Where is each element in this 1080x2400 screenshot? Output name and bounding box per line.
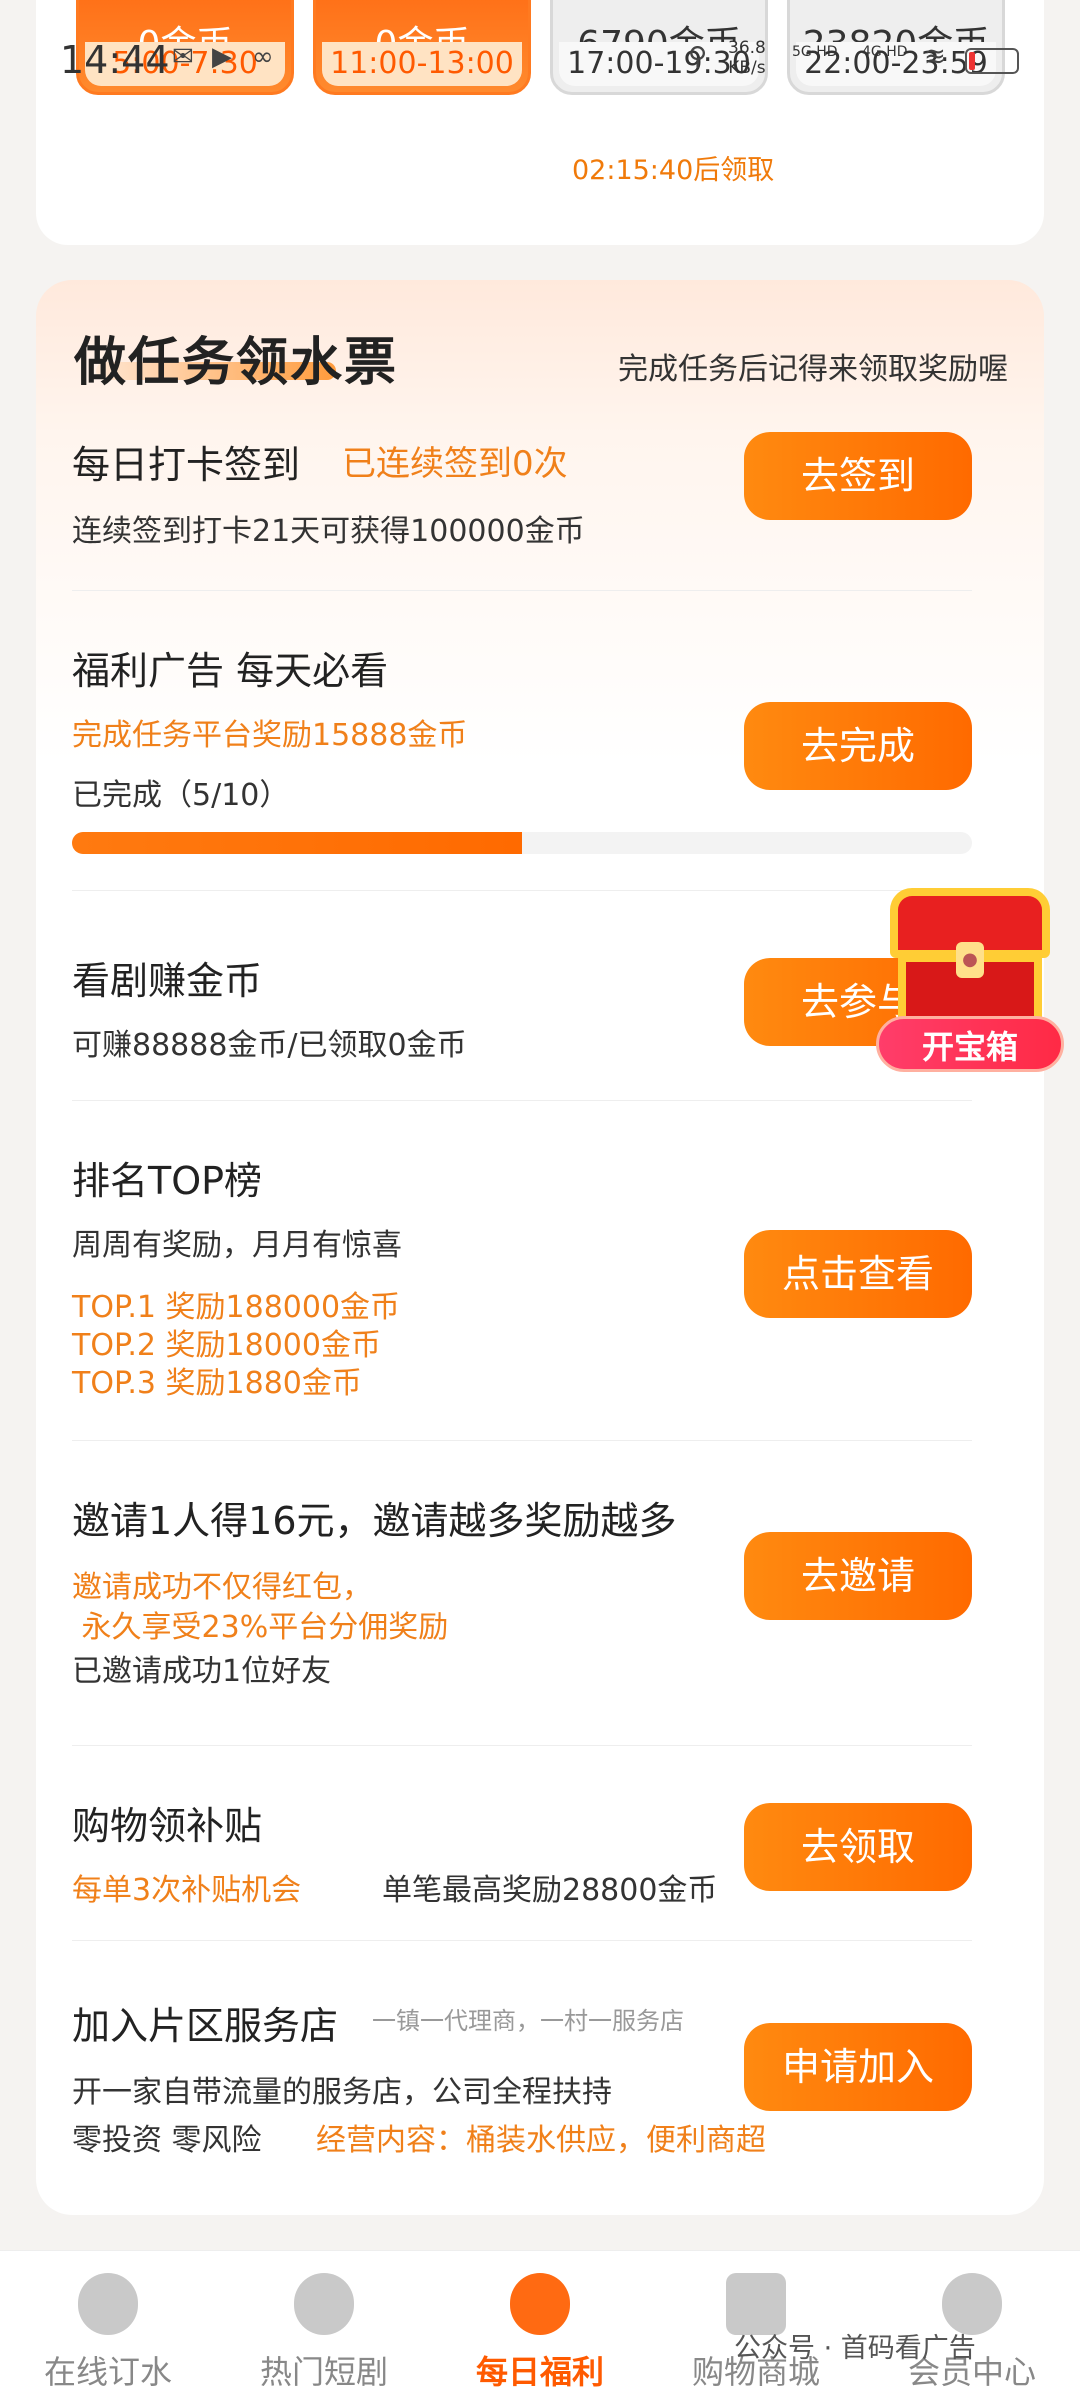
net-speed-value: 36.8 xyxy=(728,38,766,58)
invite-count: 已邀请成功1位好友 xyxy=(72,1654,332,1689)
app-icon: ∞ xyxy=(252,42,274,72)
task-name: 购物领补贴 xyxy=(72,1804,263,1848)
panel-subtitle: 完成任务后记得来领取奖励喔 xyxy=(618,352,1008,387)
status-bar: 14:44 ✉ ▶ ∞ ⚲ 36.8 KB/s 5G HD 4G HD ≋ xyxy=(0,0,1080,110)
task-shopping: 购物领补贴 每单3次补贴机会 单笔最高奖励28800金币 去领取 xyxy=(72,1795,972,1915)
task-desc: 可赚88888金币/已领取0金币 xyxy=(72,1028,467,1063)
invite-line-1: 邀请成功不仅得红包， xyxy=(72,1570,372,1605)
treasure-label: 开宝箱 xyxy=(876,1016,1064,1072)
ad-progress-bar xyxy=(72,832,972,854)
treasure-chest-button[interactable]: ● 开宝箱 xyxy=(872,880,1068,1080)
nav-label: 每日福利 xyxy=(475,2353,604,2391)
ad-progress-text: 已完成（5/10） xyxy=(72,778,290,813)
invite-line-2: 永久享受23%平台分佣奖励 xyxy=(72,1610,449,1645)
store-tagline: 一镇一代理商，一村一服务店 xyxy=(372,2007,684,2035)
gift-bag-icon xyxy=(510,2273,570,2335)
nav-order-water[interactable]: 在线订水 xyxy=(0,2251,216,2400)
store-line-2a: 零投资 零风险 xyxy=(72,2123,262,2158)
task-name: 福利广告 每天必看 xyxy=(72,649,389,693)
signal-2: 4G HD xyxy=(862,44,908,60)
rank-top3: TOP.3 奖励1880金币 xyxy=(72,1366,362,1401)
ad-complete-button[interactable]: 去完成 xyxy=(744,702,972,790)
nav-short-drama[interactable]: 热门短剧 xyxy=(216,2251,432,2400)
divider xyxy=(72,1100,972,1101)
checkin-button[interactable]: 去签到 xyxy=(744,432,972,520)
store-apply-button[interactable]: 申请加入 xyxy=(744,2023,972,2111)
task-drama: 看剧赚金币 可赚88888金币/已领取0金币 去参与 xyxy=(72,950,972,1090)
film-reel-icon xyxy=(294,2273,354,2335)
panel-title: 做任务领水票 xyxy=(74,333,399,393)
divider xyxy=(72,1440,972,1441)
nav-daily-welfare[interactable]: 每日福利 xyxy=(432,2251,648,2400)
bottom-nav: 在线订水 热门短剧 每日福利 购物商城 会员中心 xyxy=(0,2250,1080,2400)
wechat-icon: ✉ xyxy=(172,42,194,72)
divider xyxy=(72,1940,972,1941)
lock-icon: ● xyxy=(956,942,984,978)
ad-progress-fill xyxy=(72,832,522,854)
video-app-icon: ▶ xyxy=(212,42,232,72)
battery-icon xyxy=(965,48,1019,74)
wifi-icon: ≋ xyxy=(924,42,946,72)
task-desc: 周周有奖励，月月有惊喜 xyxy=(72,1228,402,1263)
shopping-max-reward: 单笔最高奖励28800金币 xyxy=(382,1873,718,1908)
task-name: 排名TOP榜 xyxy=(72,1159,263,1203)
checkin-status: 已连续签到0次 xyxy=(342,444,568,484)
status-time: 14:44 xyxy=(60,38,170,82)
claim-countdown: 02:15:40后领取 xyxy=(572,155,775,186)
nav-label: 在线订水 xyxy=(43,2353,172,2391)
ranking-view-button[interactable]: 点击查看 xyxy=(744,1230,972,1318)
shopping-chances: 每单3次补贴机会 xyxy=(72,1873,302,1908)
task-ranking: 排名TOP榜 周周有奖励，月月有惊喜 TOP.1 奖励188000金币 TOP.… xyxy=(72,1150,972,1410)
net-speed-unit: KB/s xyxy=(728,58,766,78)
ad-reward: 完成任务平台奖励15888金币 xyxy=(72,718,468,753)
location-icon: ⚲ xyxy=(688,42,708,72)
net-speed: 36.8 KB/s xyxy=(728,38,766,78)
task-store: 加入片区服务店 一镇一代理商，一村一服务店 开一家自带流量的服务店，公司全程扶持… xyxy=(72,1995,972,2175)
task-invite: 邀请1人得16元，邀请越多奖励越多 邀请成功不仅得红包， 永久享受23%平台分佣… xyxy=(72,1490,972,1710)
task-name: 每日打卡签到 xyxy=(72,443,301,487)
water-drop-icon xyxy=(78,2273,138,2335)
task-name: 邀请1人得16元，邀请越多奖励越多 xyxy=(72,1499,677,1543)
task-name: 加入片区服务店 xyxy=(72,2004,339,2048)
watermark: 公众号 · 首码看广告 xyxy=(734,2333,976,2364)
invite-button[interactable]: 去邀请 xyxy=(744,1532,972,1620)
shopping-claim-button[interactable]: 去领取 xyxy=(744,1803,972,1891)
task-desc: 连续签到打卡21天可获得100000金币 xyxy=(72,514,585,549)
divider xyxy=(72,890,972,891)
nav-label: 热门短剧 xyxy=(259,2353,388,2391)
task-checkin: 每日打卡签到 已连续签到0次 连续签到打卡21天可获得100000金币 去签到 xyxy=(72,430,972,570)
task-ad: 福利广告 每天必看 完成任务平台奖励15888金币 已完成（5/10） 去完成 xyxy=(72,640,972,880)
divider xyxy=(72,1745,972,1746)
store-line-1: 开一家自带流量的服务店，公司全程扶持 xyxy=(72,2075,612,2110)
store-line-2b: 经营内容：桶装水供应，便利商超 xyxy=(316,2123,766,2158)
divider xyxy=(72,590,972,591)
task-name: 看剧赚金币 xyxy=(72,959,263,1003)
signal-1: 5G HD xyxy=(792,44,838,60)
